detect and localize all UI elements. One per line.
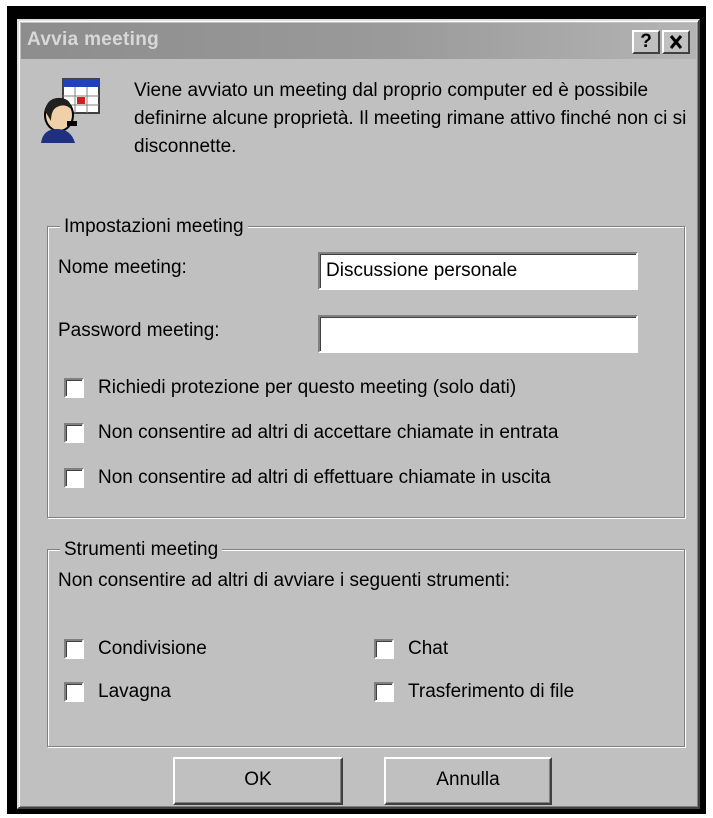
tool-file-transfer-label: Trasferimento di file xyxy=(408,681,575,702)
meeting-person-icon xyxy=(41,78,100,143)
no-outgoing-calls-checkbox[interactable] xyxy=(64,468,84,488)
meeting-tools-group: Strumenti meeting Non consentire ad altr… xyxy=(47,537,685,747)
close-icon xyxy=(669,35,683,49)
start-meeting-dialog: Avvia meeting ? Viene avviato un meeting… xyxy=(17,19,700,809)
no-incoming-calls-checkbox[interactable] xyxy=(64,423,84,443)
tool-whiteboard-label: Lavagna xyxy=(98,681,171,702)
require-security-label: Richiedi protezione per questo meeting (… xyxy=(98,377,517,398)
meeting-settings-group: Impostazioni meeting Nome meeting: Passw… xyxy=(47,214,685,518)
tool-file-transfer-option[interactable]: Trasferimento di file xyxy=(374,681,574,703)
cancel-button[interactable]: Annulla xyxy=(384,757,552,805)
tool-whiteboard-checkbox[interactable] xyxy=(64,682,84,702)
title-bar[interactable]: Avvia meeting ? xyxy=(21,23,696,59)
no-outgoing-calls-option[interactable]: Non consentire ad altri di effettuare ch… xyxy=(64,467,551,489)
meeting-password-label: Password meeting: xyxy=(58,320,220,341)
help-button[interactable]: ? xyxy=(632,30,660,54)
meeting-name-label: Nome meeting: xyxy=(58,257,187,278)
help-icon: ? xyxy=(640,31,652,52)
meeting-password-input[interactable] xyxy=(318,315,638,353)
tool-sharing-label: Condivisione xyxy=(98,638,207,659)
tool-sharing-option[interactable]: Condivisione xyxy=(64,638,207,660)
meeting-tools-label: Strumenti meeting xyxy=(60,537,223,563)
require-security-option[interactable]: Richiedi protezione per questo meeting (… xyxy=(64,377,516,399)
tool-whiteboard-option[interactable]: Lavagna xyxy=(64,681,171,703)
require-security-checkbox[interactable] xyxy=(64,378,84,398)
no-incoming-calls-label: Non consentire ad altri di accettare chi… xyxy=(98,422,559,443)
tool-sharing-checkbox[interactable] xyxy=(64,639,84,659)
no-outgoing-calls-label: Non consentire ad altri di effettuare ch… xyxy=(98,467,551,488)
window-title: Avvia meeting xyxy=(27,29,160,50)
ok-button[interactable]: OK xyxy=(173,757,343,805)
close-button[interactable] xyxy=(662,30,690,54)
tool-file-transfer-checkbox[interactable] xyxy=(374,682,394,702)
meeting-name-input[interactable] xyxy=(318,252,638,290)
tool-chat-label: Chat xyxy=(408,638,449,659)
no-incoming-calls-option[interactable]: Non consentire ad altri di accettare chi… xyxy=(64,422,558,444)
tool-chat-checkbox[interactable] xyxy=(374,639,394,659)
meeting-settings-label: Impostazioni meeting xyxy=(60,214,248,240)
tools-description: Non consentire ad altri di avviare i seg… xyxy=(58,570,511,591)
tool-chat-option[interactable]: Chat xyxy=(374,638,448,660)
intro-description: Viene avviato un meeting dal proprio com… xyxy=(134,80,687,157)
